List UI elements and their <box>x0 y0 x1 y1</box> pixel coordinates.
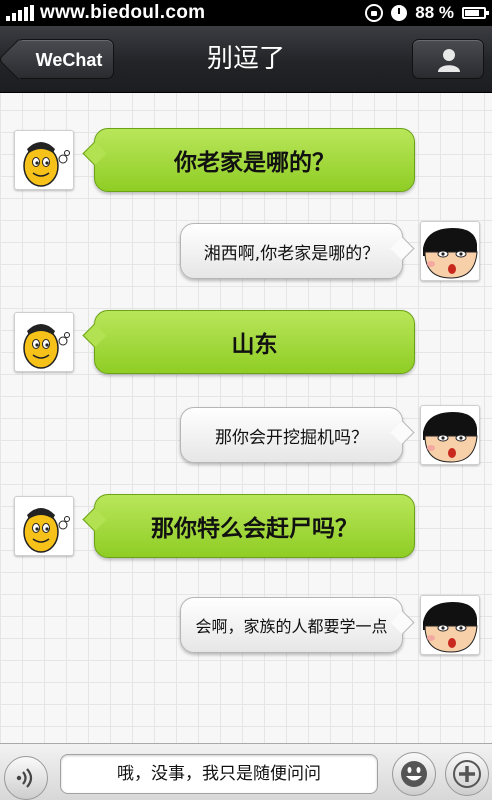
input-bar: 哦，没事，我只是随便问问 <box>0 743 492 800</box>
yellow-egg-icon <box>23 508 70 553</box>
shin-chan-face-icon <box>423 602 478 653</box>
message-row: 山东 <box>0 310 492 374</box>
battery-percent: 88 % <box>415 3 454 22</box>
yellow-egg-avatar[interactable] <box>14 130 74 190</box>
plus-icon <box>453 760 481 788</box>
emoji-button[interactable] <box>392 752 436 796</box>
crayon-shin-chan-avatar[interactable] <box>420 405 480 465</box>
message-bubble-outgoing[interactable]: 那你会开挖掘机吗？ <box>180 407 403 463</box>
status-bar: www.biedoul.com 88 % <box>0 0 492 26</box>
message-bubble-incoming[interactable]: 那你特么会赶尸吗？ <box>94 494 415 558</box>
alarm-icon <box>391 5 408 21</box>
crayon-shin-chan-avatar[interactable] <box>420 221 480 281</box>
shin-chan-face-icon <box>423 412 478 463</box>
message-text: 那你会开挖掘机吗？ <box>215 427 368 448</box>
message-text: 山东 <box>231 332 278 358</box>
message-text: 你老家是哪的？ <box>174 150 335 176</box>
message-bubble-outgoing[interactable]: 会啊，家族的人都要学一点 <box>180 597 403 653</box>
voice-icon <box>16 768 33 788</box>
smiley-icon <box>401 761 427 787</box>
message-bubble-incoming[interactable]: 山东 <box>94 310 415 374</box>
message-row: 那你特么会赶尸吗？ <box>0 494 492 558</box>
status-site-url: www.biedoul.com <box>40 2 206 23</box>
message-bubble-outgoing[interactable]: 湘西啊,你老家是哪的？ <box>180 223 403 279</box>
message-row: 那你会开挖掘机吗？ <box>0 405 492 469</box>
message-bubble-incoming[interactable]: 你老家是哪的？ <box>94 128 415 192</box>
chat-screen: www.biedoul.com 88 % WeChat 别逗了 你老家是哪的？ … <box>0 0 492 800</box>
voice-button[interactable] <box>4 756 48 800</box>
message-row: 你老家是哪的？ <box>0 128 492 192</box>
yellow-egg-avatar[interactable] <box>14 496 74 556</box>
nav-bar: WeChat 别逗了 <box>0 26 492 93</box>
person-icon <box>438 49 460 72</box>
message-text: 那你特么会赶尸吗？ <box>151 516 358 542</box>
plus-button[interactable] <box>445 752 489 796</box>
profile-button[interactable] <box>412 39 484 79</box>
message-text: 会啊，家族的人都要学一点 <box>195 617 388 636</box>
yellow-egg-icon <box>23 142 70 187</box>
rotation-lock-icon <box>365 4 384 22</box>
message-row: 会啊，家族的人都要学一点 <box>0 595 492 659</box>
message-row: 湘西啊,你老家是哪的？ <box>0 221 492 285</box>
signal-icon <box>6 5 34 21</box>
yellow-egg-avatar[interactable] <box>14 312 74 372</box>
crayon-shin-chan-avatar[interactable] <box>420 595 480 655</box>
yellow-egg-icon <box>23 324 70 369</box>
message-input[interactable]: 哦，没事，我只是随便问问 <box>60 754 378 794</box>
shin-chan-face-icon <box>423 228 478 279</box>
battery-icon <box>462 7 489 19</box>
message-text: 湘西啊,你老家是哪的？ <box>203 243 380 264</box>
